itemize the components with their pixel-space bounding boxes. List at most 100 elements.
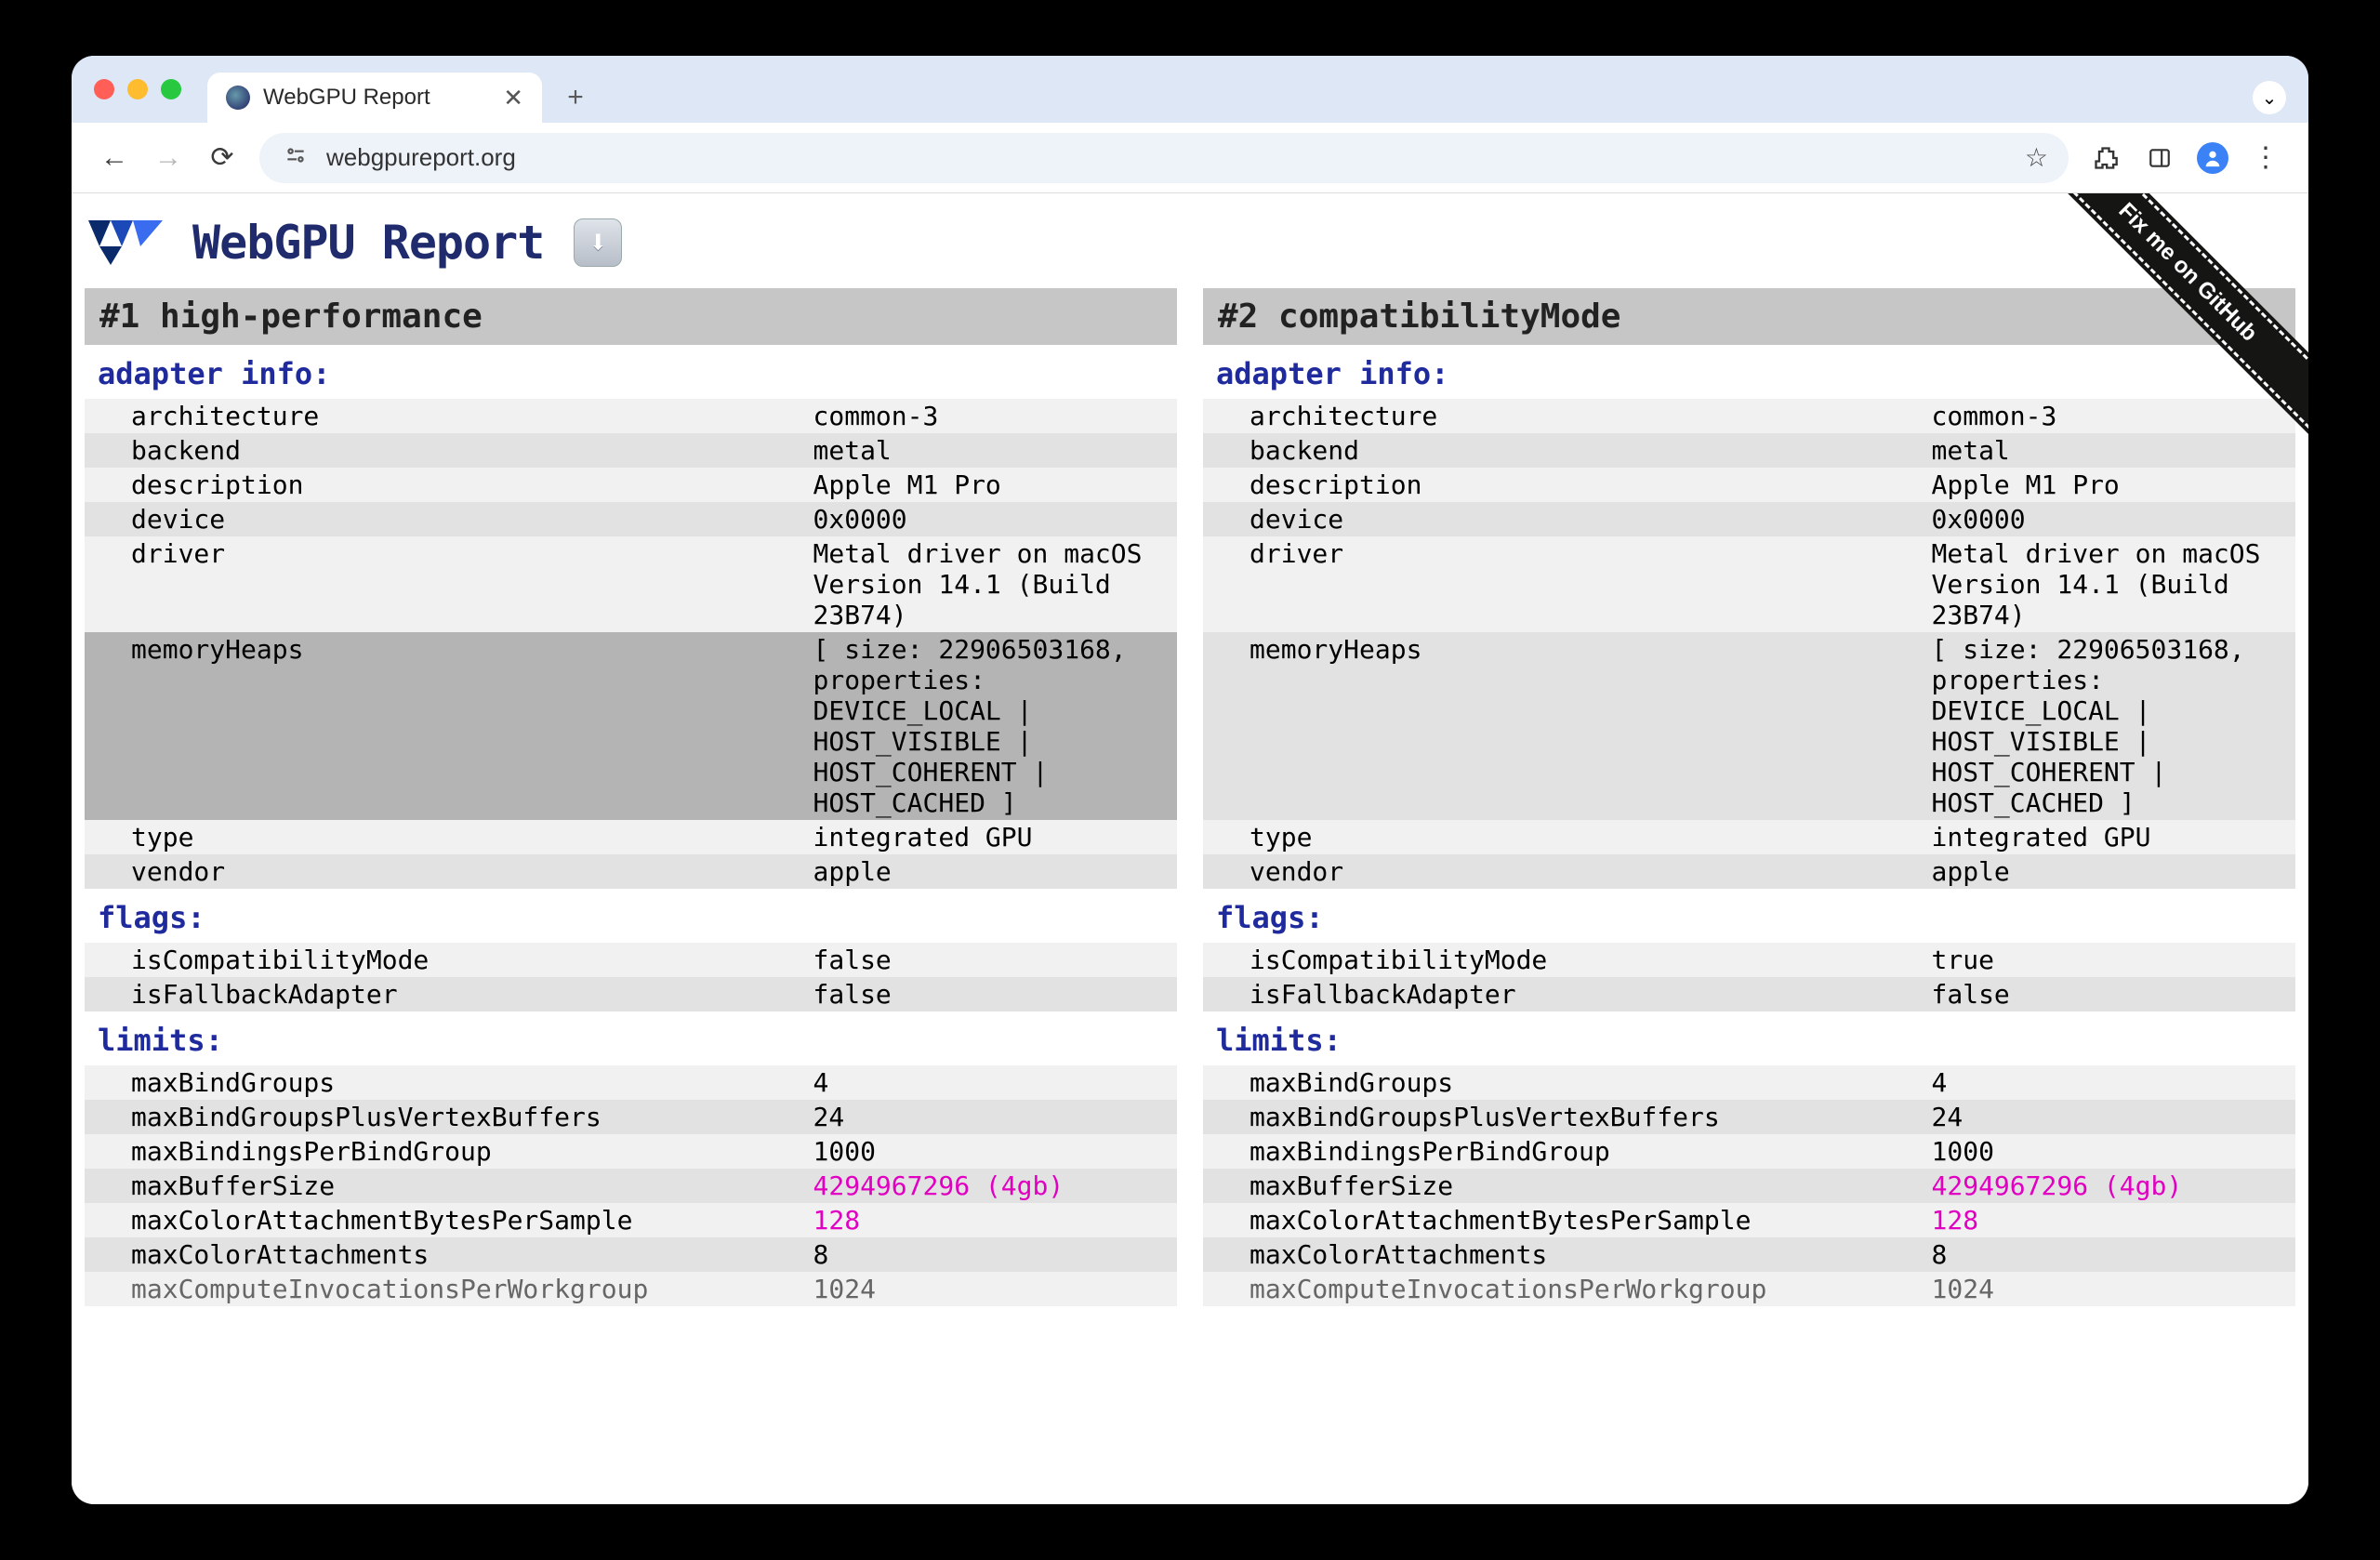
table-row: maxBufferSize4294967296 (4gb) [1203, 1169, 2295, 1203]
row-value: false [1924, 977, 2296, 1011]
tab-strip: WebGPU Report ✕ + ⌄ [72, 56, 2308, 123]
row-key: type [1203, 820, 1924, 854]
row-value: 1000 [1924, 1134, 2296, 1169]
table-row: device0x0000 [85, 502, 1177, 536]
new-tab-button[interactable]: + [559, 81, 592, 114]
webgpu-logo-icon [88, 219, 163, 266]
section-heading: adapter info: [85, 345, 1177, 399]
adapter-panels: #1 high-performanceadapter info:architec… [81, 288, 2299, 1306]
section-heading: flags: [85, 889, 1177, 943]
fullscreen-window-button[interactable] [161, 79, 181, 99]
download-button[interactable]: ⬇ [574, 218, 622, 267]
adapter-panel: #2 compatibilityModeadapter info:archite… [1203, 288, 2295, 1306]
row-value: integrated GPU [806, 820, 1178, 854]
row-value: 1024 [1924, 1272, 2296, 1306]
row-key: maxBufferSize [85, 1169, 806, 1203]
page-content: Fix me on GitHub WebGPU Report ⬇ #1 high… [72, 193, 2308, 1504]
table-row: maxBindGroupsPlusVertexBuffers24 [85, 1100, 1177, 1134]
row-value: 8 [806, 1237, 1178, 1272]
row-key: isCompatibilityMode [85, 943, 806, 977]
row-key: vendor [85, 854, 806, 889]
row-key: vendor [1203, 854, 1924, 889]
side-panel-button[interactable] [2143, 141, 2176, 175]
row-value: 24 [1924, 1100, 2296, 1134]
row-value: 128 [806, 1203, 1178, 1237]
table-row: architecturecommon-3 [1203, 399, 2295, 433]
browser-toolbar: ← → ⟳ webgpureport.org ☆ ⋮ [72, 123, 2308, 193]
forward-button[interactable]: → [152, 141, 185, 175]
table-row: memoryHeaps[ size: 22906503168, properti… [85, 632, 1177, 820]
row-value: Metal driver on macOS Version 14.1 (Buil… [1924, 536, 2296, 632]
table-row: maxColorAttachments8 [85, 1237, 1177, 1272]
row-value: 24 [806, 1100, 1178, 1134]
table-row: vendorapple [85, 854, 1177, 889]
kv-table: architecturecommon-3backendmetaldescript… [85, 399, 1177, 889]
kv-table: maxBindGroups4maxBindGroupsPlusVertexBuf… [1203, 1065, 2295, 1306]
row-key: maxBindingsPerBindGroup [1203, 1134, 1924, 1169]
section-heading: limits: [85, 1011, 1177, 1065]
row-key: memoryHeaps [1203, 632, 1924, 820]
tab-favicon [226, 86, 250, 110]
row-key: maxBindingsPerBindGroup [85, 1134, 806, 1169]
panel-title: #1 high-performance [85, 288, 1177, 345]
row-value: 4294967296 (4gb) [806, 1169, 1178, 1203]
row-key: maxComputeInvocationsPerWorkgroup [1203, 1272, 1924, 1306]
row-value: metal [1924, 433, 2296, 468]
row-value: 8 [1924, 1237, 2296, 1272]
download-arrow-icon: ⬇ [588, 224, 607, 261]
row-value: 4294967296 (4gb) [1924, 1169, 2296, 1203]
table-row: maxColorAttachmentBytesPerSample128 [1203, 1203, 2295, 1237]
row-value: common-3 [806, 399, 1178, 433]
row-value: 4 [1924, 1065, 2296, 1100]
table-row: maxBindingsPerBindGroup1000 [85, 1134, 1177, 1169]
row-value: [ size: 22906503168, properties: DEVICE_… [1924, 632, 2296, 820]
row-key: driver [85, 536, 806, 632]
profile-avatar-button[interactable] [2197, 142, 2228, 174]
row-key: backend [85, 433, 806, 468]
close-tab-button[interactable]: ✕ [503, 84, 523, 112]
row-value: Apple M1 Pro [1924, 468, 2296, 502]
reload-button[interactable]: ⟳ [205, 141, 239, 175]
minimize-window-button[interactable] [127, 79, 148, 99]
row-value: 1000 [806, 1134, 1178, 1169]
address-bar[interactable]: webgpureport.org ☆ [259, 133, 2069, 183]
row-value: apple [1924, 854, 2296, 889]
site-info-icon[interactable] [280, 141, 311, 175]
page-header: WebGPU Report ⬇ [81, 216, 2299, 288]
table-row: memoryHeaps[ size: 22906503168, properti… [1203, 632, 2295, 820]
row-key: maxColorAttachments [1203, 1237, 1924, 1272]
row-key: maxColorAttachmentBytesPerSample [85, 1203, 806, 1237]
kv-table: isCompatibilityModefalseisFallbackAdapte… [85, 943, 1177, 1011]
back-button[interactable]: ← [98, 141, 131, 175]
browser-window: WebGPU Report ✕ + ⌄ ← → ⟳ webgpureport.o… [72, 56, 2308, 1504]
table-row: typeintegrated GPU [1203, 820, 2295, 854]
bookmark-star-icon[interactable]: ☆ [2025, 142, 2048, 173]
kv-table: architecturecommon-3backendmetaldescript… [1203, 399, 2295, 889]
row-key: maxBindGroups [1203, 1065, 1924, 1100]
row-value: 4 [806, 1065, 1178, 1100]
kebab-menu-button[interactable]: ⋮ [2249, 141, 2282, 175]
row-key: maxColorAttachments [85, 1237, 806, 1272]
url-text: webgpureport.org [326, 143, 2010, 172]
kv-table: maxBindGroups4maxBindGroupsPlusVertexBuf… [85, 1065, 1177, 1306]
tabs-dropdown-button[interactable]: ⌄ [2253, 81, 2286, 114]
row-value: 0x0000 [1924, 502, 2296, 536]
row-key: device [1203, 502, 1924, 536]
row-key: isCompatibilityMode [1203, 943, 1924, 977]
row-value: false [806, 977, 1178, 1011]
browser-tab[interactable]: WebGPU Report ✕ [207, 73, 542, 123]
close-window-button[interactable] [94, 79, 114, 99]
extensions-button[interactable] [2089, 141, 2122, 175]
table-row: isFallbackAdapterfalse [1203, 977, 2295, 1011]
row-value: metal [806, 433, 1178, 468]
table-row: typeintegrated GPU [85, 820, 1177, 854]
row-value: true [1924, 943, 2296, 977]
row-value: common-3 [1924, 399, 2296, 433]
table-row: descriptionApple M1 Pro [85, 468, 1177, 502]
table-row: backendmetal [85, 433, 1177, 468]
table-row: maxBufferSize4294967296 (4gb) [85, 1169, 1177, 1203]
table-row: driverMetal driver on macOS Version 14.1… [85, 536, 1177, 632]
table-row: maxColorAttachmentBytesPerSample128 [85, 1203, 1177, 1237]
table-row: driverMetal driver on macOS Version 14.1… [1203, 536, 2295, 632]
row-value: apple [806, 854, 1178, 889]
